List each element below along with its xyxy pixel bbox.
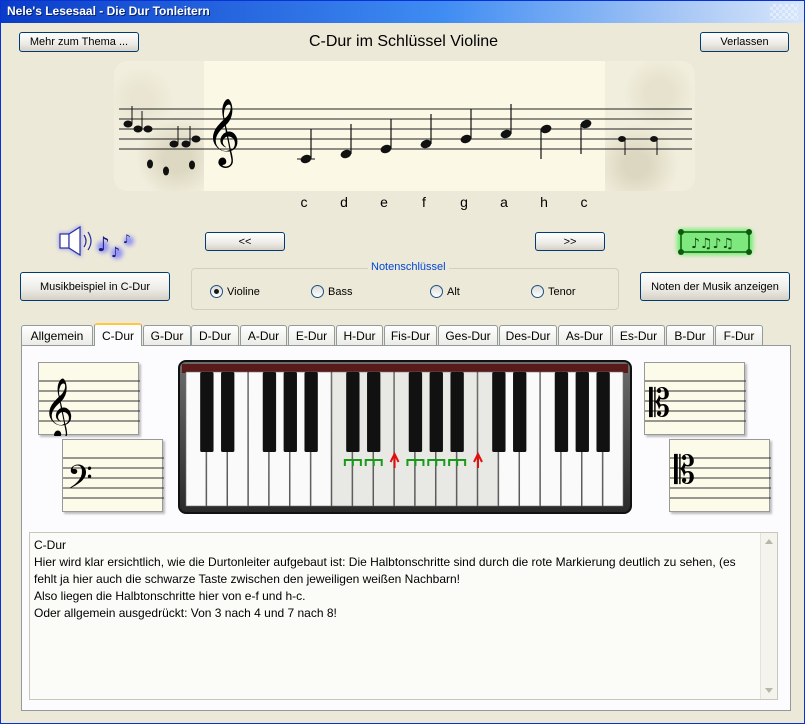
black-key[interactable] — [450, 372, 464, 452]
next-scale-button[interactable]: >> — [535, 232, 605, 251]
black-key[interactable] — [304, 372, 318, 452]
tab-f-dur[interactable]: F-Dur — [715, 325, 763, 345]
music-scroll-icon[interactable]: ♪♫♪♫ — [673, 223, 757, 261]
radio-label: Bass — [328, 285, 353, 298]
black-key[interactable] — [200, 372, 214, 452]
tab-h-dur[interactable]: H-Dur — [336, 325, 383, 345]
piano-keyboard-frame — [178, 360, 632, 514]
tenor-clef-icon: 𝄡 — [674, 448, 695, 492]
tenor-clef-card: 𝄡 — [669, 439, 771, 512]
radio-dot[interactable] — [311, 285, 324, 298]
tab-b-dur[interactable]: B-Dur — [666, 325, 714, 345]
note-names-row: c d e f g a h c — [281, 194, 611, 212]
staff-note — [380, 119, 392, 154]
description-textarea[interactable]: C-Dur Hier wird klar ersichtlich, wie di… — [29, 532, 778, 700]
description-scrollbar[interactable] — [760, 533, 777, 699]
tab-e-dur[interactable]: E-Dur — [288, 325, 335, 345]
clef-groupbox: Notenschlüssel Violine Bass Alt Tenor — [191, 261, 619, 310]
black-key[interactable] — [262, 372, 277, 452]
svg-text:♪: ♪ — [111, 245, 120, 261]
black-key[interactable] — [283, 372, 297, 452]
note-name: c — [580, 194, 588, 210]
note-name: a — [500, 194, 508, 210]
treble-clef-staff: 𝄞 — [39, 378, 140, 440]
note-name: g — [460, 194, 468, 210]
note-name: e — [380, 194, 388, 210]
black-key[interactable] — [575, 372, 589, 452]
show-music-notes-button[interactable]: Noten der Musik anzeigen — [640, 272, 790, 301]
treble-clef-icon: 𝄞 — [206, 97, 240, 168]
bass-clef-staff: 𝄢 — [63, 457, 164, 505]
black-key[interactable] — [346, 372, 360, 452]
black-key[interactable] — [492, 372, 506, 452]
tab-d-dur[interactable]: D-Dur — [191, 325, 239, 345]
note-name: d — [340, 194, 348, 210]
tab-ges-dur[interactable]: Ges-Dur — [438, 325, 498, 345]
svg-text:♪♫♪♫: ♪♫♪♫ — [691, 236, 734, 252]
radio-alt[interactable]: Alt — [430, 285, 460, 298]
staff-note — [460, 109, 472, 144]
radio-label: Tenor — [548, 285, 576, 298]
main-window: Nele's Lesesaal - Die Dur Tonleitern Meh… — [0, 0, 805, 724]
more-on-topic-button[interactable]: Mehr zum Thema ... — [19, 32, 139, 52]
tenor-clef-staff: 𝄡 — [670, 448, 771, 499]
radio-dot[interactable] — [430, 285, 443, 298]
radio-violine[interactable]: Violine — [210, 285, 260, 298]
bass-clef-icon: 𝄢 — [67, 459, 93, 505]
svg-text:♪: ♪ — [97, 232, 110, 256]
note-name: f — [422, 194, 426, 210]
tab-des-dur[interactable]: Des-Dur — [499, 325, 557, 345]
tab-es-dur[interactable]: Es-Dur — [612, 325, 665, 345]
radio-dot[interactable] — [210, 285, 223, 298]
black-key[interactable] — [513, 372, 527, 452]
note-name: h — [540, 194, 548, 210]
scale-notes — [297, 104, 592, 164]
piano-keyboard — [182, 364, 628, 507]
alto-clef-staff: 𝄡 — [645, 380, 746, 425]
radio-dot[interactable] — [531, 285, 544, 298]
black-key[interactable] — [408, 372, 423, 452]
treble-clef-icon: 𝄞 — [43, 378, 74, 436]
titlebar-pattern — [770, 4, 798, 20]
staff-note — [540, 124, 552, 159]
scroll-down-arrow-icon[interactable] — [765, 688, 773, 693]
note-name: c — [300, 194, 308, 210]
tab-allgemein[interactable]: Allgemein — [21, 325, 93, 345]
tab-fis-dur[interactable]: Fis-Dur — [384, 325, 437, 345]
alto-clef-card: 𝄡 — [644, 362, 746, 435]
scale-staff-panel: 𝄞 — [114, 61, 695, 191]
staff-note — [297, 129, 315, 164]
exit-button[interactable]: Verlassen — [700, 32, 789, 52]
music-example-button[interactable]: Musikbeispiel in C-Dur — [20, 272, 170, 301]
radio-tenor[interactable]: Tenor — [531, 285, 576, 298]
previous-scale-button[interactable]: << — [205, 232, 285, 251]
treble-clef-card: 𝄞 — [38, 362, 140, 440]
tab-a-dur[interactable]: A-Dur — [240, 325, 287, 345]
radio-label: Violine — [227, 285, 260, 298]
black-key[interactable] — [367, 372, 381, 452]
clef-groupbox-legend: Notenschlüssel — [368, 261, 449, 273]
bass-clef-card: 𝄢 — [62, 439, 164, 512]
description-text: C-Dur Hier wird klar ersichtlich, wie di… — [34, 538, 736, 620]
radio-bass[interactable]: Bass — [311, 285, 352, 298]
alto-clef-icon: 𝄡 — [649, 381, 670, 425]
scroll-up-arrow-icon[interactable] — [765, 539, 773, 544]
svg-text:♪: ♪ — [123, 232, 131, 246]
title-bar[interactable]: Nele's Lesesaal - Die Dur Tonleitern — [1, 1, 804, 23]
piano-felt-strip — [182, 364, 628, 373]
tab-g-dur[interactable]: G-Dur — [143, 325, 191, 345]
black-key[interactable] — [554, 372, 569, 452]
black-key[interactable] — [221, 372, 235, 452]
page-title: C-Dur im Schlüssel Violine — [308, 33, 499, 50]
speaker-notes-icon[interactable]: ♪ ♪ ♪ — [53, 221, 137, 263]
scale-staff: 𝄞 — [119, 97, 692, 176]
black-key[interactable] — [429, 372, 443, 452]
black-key[interactable] — [596, 372, 610, 452]
window-title: Nele's Lesesaal - Die Dur Tonleitern — [7, 4, 210, 18]
tab-c-dur[interactable]: C-Dur — [94, 323, 142, 346]
tab-as-dur[interactable]: As-Dur — [558, 325, 611, 345]
radio-label: Alt — [447, 285, 460, 298]
